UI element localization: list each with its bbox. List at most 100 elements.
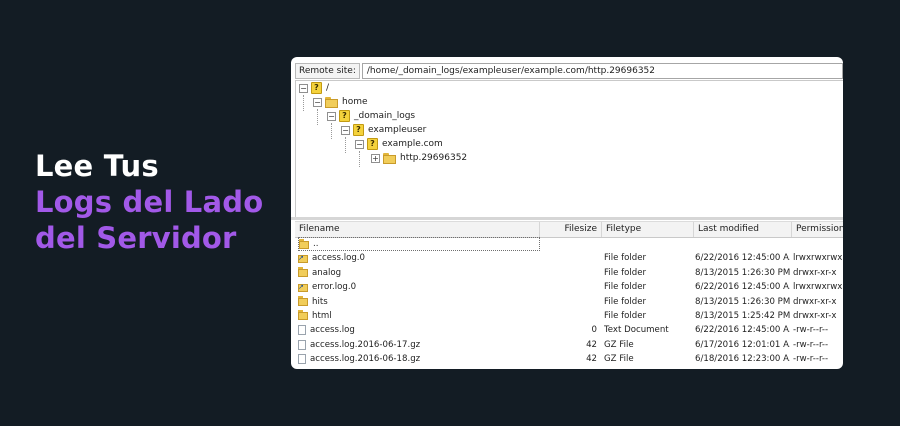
last-modified-cell: 8/13/2015 1:26:30 PM bbox=[695, 296, 790, 307]
list-item[interactable]: analog File folder 8/13/2015 1:26:30 PM drw… bbox=[295, 266, 843, 280]
filename-text: access.log bbox=[310, 325, 355, 336]
column-last-modified[interactable]: Last modified bbox=[694, 222, 792, 237]
folder-icon bbox=[325, 96, 338, 108]
column-filename[interactable]: Filename bbox=[295, 222, 540, 237]
remote-path-input[interactable]: /home/_domain_logs/exampleuser/example.c… bbox=[361, 63, 843, 79]
filename-cell: access.log.2016-06-17.gz bbox=[298, 338, 528, 352]
remote-site-label: Remote site: bbox=[295, 63, 360, 79]
headline-line-1: Lee Tus bbox=[35, 149, 159, 183]
filename-cell: hits bbox=[298, 295, 528, 309]
tree-item-label: example.com bbox=[382, 139, 443, 149]
filesize-cell: 42 bbox=[586, 354, 597, 365]
permissions-cell: -rw-r--r-- bbox=[793, 354, 829, 365]
filename-text: access.log.0 bbox=[312, 253, 365, 264]
tree-item-example-com[interactable]: − ? example.com bbox=[355, 137, 443, 151]
filetype-cell: File folder bbox=[604, 310, 647, 321]
filename-cell: .. bbox=[298, 237, 540, 251]
filesize-cell: 0 bbox=[591, 325, 597, 336]
list-item[interactable]: access.log.2016-06-18.gz 42 GZ File 6/18/20… bbox=[295, 352, 843, 366]
question-folder-icon: ? bbox=[367, 138, 378, 150]
list-item[interactable]: hits File folder 8/13/2015 1:26:30 PM drwxr… bbox=[295, 295, 843, 309]
list-item[interactable]: error.log.0 File folder 6/22/2016 12:45:00… bbox=[295, 280, 843, 294]
question-folder-icon: ? bbox=[339, 110, 350, 122]
filetype-cell: File folder bbox=[604, 253, 647, 264]
folder-icon bbox=[298, 296, 308, 307]
filesize-cell bbox=[531, 280, 597, 294]
filetype-cell: File folder bbox=[604, 267, 647, 278]
headline: Lee Tus Logs del Lado del Servidor bbox=[35, 148, 263, 256]
last-modified-cell: 8/13/2015 1:26:30 PM bbox=[695, 267, 790, 278]
document-icon bbox=[298, 354, 306, 365]
filename-cell: access.log.0 bbox=[298, 251, 528, 265]
list-item[interactable]: access.log 0 Text Document 6/22/2016 12:45:… bbox=[295, 323, 843, 337]
tree-item-label: http.29696352 bbox=[400, 153, 468, 163]
list-item-parent[interactable]: .. bbox=[295, 237, 843, 251]
filename-text: hits bbox=[312, 296, 328, 307]
filetype-cell: Text Document bbox=[604, 325, 669, 336]
filetype-cell: File folder bbox=[604, 296, 647, 307]
filename-text: .. bbox=[313, 239, 319, 249]
filename-text: access.log.2016-06-17.gz bbox=[310, 339, 421, 350]
expand-icon[interactable]: + bbox=[371, 153, 380, 163]
remote-directory-tree: − ? / − home − ? _domain_logs − ? exampl… bbox=[295, 80, 843, 218]
last-modified-cell: 6/17/2016 12:01:01 A... bbox=[695, 339, 790, 350]
filename-cell: error.log.0 bbox=[298, 280, 528, 294]
filename-cell: access.log bbox=[298, 323, 528, 337]
collapse-icon[interactable]: − bbox=[355, 139, 364, 149]
tree-item-label: / bbox=[326, 83, 330, 93]
permissions-cell: -rw-r--r-- bbox=[793, 367, 843, 370]
column-filesize[interactable]: Filesize bbox=[540, 222, 602, 237]
document-icon bbox=[298, 339, 306, 350]
headline-line-3: del Servidor bbox=[35, 221, 237, 255]
tree-item-exampleuser[interactable]: − ? exampleuser bbox=[341, 123, 426, 137]
folder-icon bbox=[299, 238, 309, 250]
filetype-cell: GZ File bbox=[604, 339, 634, 350]
filename-cell: analog bbox=[298, 266, 528, 280]
question-folder-icon: ? bbox=[311, 82, 322, 94]
column-filetype[interactable]: Filetype bbox=[602, 222, 694, 237]
filesize-cell: 42 bbox=[586, 339, 597, 350]
filetype-cell: GZ File bbox=[604, 367, 694, 370]
list-item[interactable]: html File folder 8/13/2015 1:25:42 PM drwxr… bbox=[295, 309, 843, 323]
filetype-cell: GZ File bbox=[604, 354, 634, 365]
tree-item-domain-logs[interactable]: − ? _domain_logs bbox=[327, 109, 415, 123]
question-folder-icon: ? bbox=[353, 124, 364, 136]
permissions-cell: drwxr-xr-x bbox=[793, 310, 837, 321]
permissions-cell: lrwxrwxrwx bbox=[793, 253, 843, 264]
tree-item-label: home bbox=[342, 97, 368, 107]
permissions-cell: drwxr-xr-x bbox=[793, 267, 837, 278]
file-list: .. access.log.0 File folder 6/22/2016 12:4… bbox=[295, 237, 843, 369]
filesize-cell: 42 bbox=[531, 367, 597, 370]
last-modified-cell: 6/19/2016 12:16:01 A... bbox=[695, 367, 790, 370]
collapse-icon[interactable]: − bbox=[341, 125, 350, 135]
filename-text: access.log.2016-06-18.gz bbox=[310, 354, 421, 365]
collapse-icon[interactable]: − bbox=[299, 83, 308, 93]
pane-splitter[interactable] bbox=[291, 217, 843, 220]
folder-icon bbox=[383, 152, 396, 164]
tree-item-home[interactable]: − home bbox=[313, 95, 368, 109]
permissions-cell: drwxr-xr-x bbox=[793, 296, 837, 307]
permissions-cell: -rw-r--r-- bbox=[793, 325, 829, 336]
tree-item-root[interactable]: − ? / bbox=[299, 81, 329, 95]
list-item[interactable]: access.log.2016-06-17.gz 42 GZ File 6/17/20… bbox=[295, 338, 843, 352]
remote-site-bar: Remote site: /home/_domain_logs/exampleu… bbox=[295, 63, 843, 79]
filename-cell: access.log.2016-06-19.gz bbox=[298, 367, 528, 369]
filesize-cell bbox=[531, 309, 597, 323]
filename-text: analog bbox=[312, 267, 342, 278]
last-modified-cell: 6/22/2016 12:45:00 A... bbox=[695, 282, 790, 293]
permissions-cell: lrwxrwxrwx bbox=[793, 282, 843, 293]
document-icon bbox=[298, 325, 306, 336]
column-permissions[interactable]: Permissions bbox=[792, 222, 843, 237]
collapse-icon[interactable]: − bbox=[313, 97, 322, 107]
tree-item-http[interactable]: + http.29696352 bbox=[371, 151, 467, 165]
filename-text: access.log.2016-06-19.gz bbox=[310, 367, 420, 370]
last-modified-cell: 6/22/2016 12:45:00 A... bbox=[695, 253, 790, 264]
tree-item-label: exampleuser bbox=[368, 125, 427, 135]
permissions-cell: -rw-r--r-- bbox=[793, 339, 829, 350]
last-modified-cell: 8/13/2015 1:25:42 PM bbox=[695, 310, 790, 321]
collapse-icon[interactable]: − bbox=[327, 111, 336, 121]
list-item[interactable]: access.log.0 File folder 6/22/2016 12:45:0… bbox=[295, 251, 843, 265]
filetype-cell: File folder bbox=[604, 282, 647, 293]
list-item[interactable]: access.log.2016-06-19.gz 42 GZ File6/19/20… bbox=[295, 367, 843, 369]
file-list-header: Filename Filesize Filetype Last modified… bbox=[295, 221, 843, 238]
